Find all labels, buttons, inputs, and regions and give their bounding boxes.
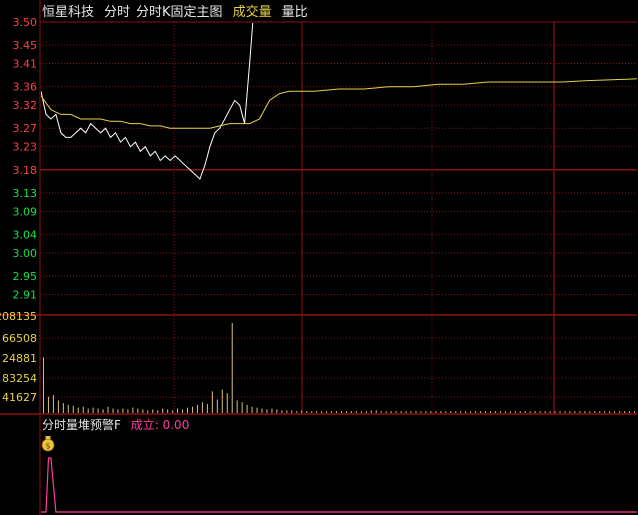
price-tick-label: 3.23 [13,141,38,154]
price-tick-label: 3.27 [13,122,38,135]
indicator-header: 分时量堆预警F 成立: 0.00 [42,416,189,434]
volume-tick-label: 24881 [2,352,37,365]
tab-intraday[interactable]: 分时 [104,4,130,22]
money-bag-icon: $ [41,436,55,452]
volume-tick-label: 208135 [0,310,37,323]
signal-label: 成立: [130,418,159,432]
volume-tick-label: 83254 [2,372,37,385]
price-tick-label: 3.36 [13,81,38,94]
tab-volume-ratio[interactable]: 量比 [282,4,308,22]
price-tick-label: 2.91 [13,288,38,301]
indicator-title[interactable]: 分时量堆预警F [42,418,121,432]
price-tick-label: 3.09 [13,205,38,218]
volume-tick-label: 66508 [2,332,37,345]
tab-fixed-main-chart[interactable]: 分时K固定主图 [136,4,223,22]
price-tick-label: 3.45 [13,39,38,52]
volume-tick-label: 41627 [2,391,37,404]
tab-volume[interactable]: 成交量 [233,4,272,22]
price-tick-label: 3.50 [13,16,38,29]
signal-line [41,457,637,513]
price-tick-label: 3.13 [13,187,38,200]
price-tick-label: 2.95 [13,270,38,283]
price-tick-label: 3.32 [13,99,38,112]
price-tick-label: 3.18 [13,164,38,177]
price-tick-label: 3.00 [13,247,38,260]
tab-stock-name[interactable]: 恒星科技 [42,4,94,22]
svg-text:$: $ [45,442,50,451]
intraday-chart[interactable]: 3.50 3.45 3.41 3.36 3.32 3.27 3.23 3.18 3.13 3.09… [0,0,638,515]
signal-value: 0.00 [162,418,190,432]
price-tick-label: 3.04 [13,228,38,241]
chart-tab-bar: 恒星科技 分时 分时K固定主图 成交量 量比 [42,4,308,22]
price-tick-label: 3.41 [13,58,38,71]
